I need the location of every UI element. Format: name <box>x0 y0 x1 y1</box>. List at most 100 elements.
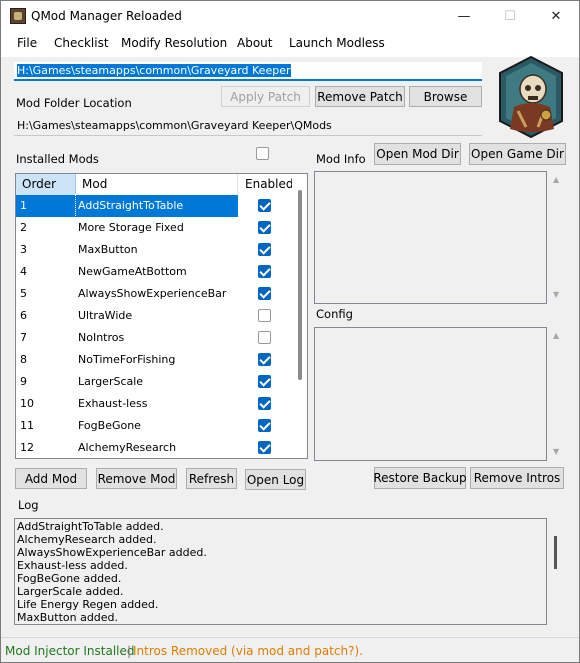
scroll-up-icon[interactable]: ▲ <box>553 331 559 340</box>
cell-mod: NoIntros <box>78 331 125 344</box>
enabled-checkbox[interactable] <box>258 353 271 366</box>
status-injector: Mod Injector Installed <box>5 644 135 658</box>
enabled-checkbox[interactable] <box>258 287 271 300</box>
mod-folder-location-label: Mod Folder Location <box>16 96 132 110</box>
table-row[interactable]: 12 AlchemyResearch <box>16 437 292 458</box>
window-title: QMod Manager Reloaded <box>31 9 182 23</box>
remove-mod-button[interactable]: Remove Mod <box>96 468 177 489</box>
game-path-input[interactable]: H:\Games\steamapps\common\Graveyard Keep… <box>14 62 482 81</box>
cell-enabled <box>238 217 292 239</box>
table-row[interactable]: 9 LargerScale <box>16 371 292 393</box>
open-game-dir-button[interactable]: Open Game Dir <box>469 143 566 165</box>
log-line: Exhaust-less added. <box>17 559 128 572</box>
scroll-down-icon[interactable]: ▼ <box>553 447 559 456</box>
minimize-button[interactable]: — <box>441 1 487 31</box>
enabled-checkbox[interactable] <box>258 441 271 454</box>
cell-enabled <box>238 349 292 371</box>
mod-info-label: Mod Info <box>316 152 366 166</box>
cell-order: 2 <box>20 221 27 234</box>
menu-bar: File Checklist Modify Resolution About L… <box>1 31 579 57</box>
table-row[interactable]: 3 MaxButton <box>16 239 292 261</box>
cell-order: 5 <box>20 287 27 300</box>
apply-patch-button: Apply Patch <box>221 86 310 107</box>
installed-mods-label: Installed Mods <box>16 152 99 166</box>
mods-grid-scroll-thumb[interactable] <box>298 190 302 380</box>
table-row[interactable]: 2 More Storage Fixed <box>16 217 292 239</box>
cell-enabled <box>238 393 292 415</box>
cell-order: 12 <box>20 441 34 454</box>
cell-order: 3 <box>20 243 27 256</box>
cell-mod: AlchemyResearch <box>78 441 177 454</box>
table-row[interactable]: 5 AlwaysShowExperienceBar <box>16 283 292 305</box>
close-button[interactable]: ✕ <box>533 1 579 31</box>
cell-order: 10 <box>20 397 34 410</box>
mods-grid: Order Mod Enabled 1 AddStraightToTable 2 Mo… <box>15 173 308 459</box>
table-row[interactable]: 6 UltraWide <box>16 305 292 327</box>
log-line: Life Energy Regen added. <box>17 598 159 611</box>
mods-grid-scrollbar[interactable] <box>292 174 307 458</box>
cell-enabled <box>238 195 292 217</box>
browse-button[interactable]: Browse <box>409 86 482 107</box>
config-scrollbar[interactable]: ▲ ▼ <box>549 327 566 461</box>
menu-checklist[interactable]: Checklist <box>54 36 109 50</box>
header-order[interactable]: Order <box>16 174 76 195</box>
open-mod-dir-button[interactable]: Open Mod Dir <box>374 143 461 165</box>
enabled-checkbox[interactable] <box>258 331 271 344</box>
cell-order: 1 <box>16 195 76 217</box>
table-row[interactable]: 7 NoIntros <box>16 327 292 349</box>
config-label: Config <box>316 307 353 321</box>
header-enabled[interactable]: Enabled <box>238 174 294 195</box>
enabled-checkbox[interactable] <box>258 199 271 212</box>
mod-info-scrollbar[interactable]: ▲ ▼ <box>549 171 566 304</box>
table-row[interactable]: 1 AddStraightToTable <box>16 194 292 218</box>
status-bar: Mod Injector Installed | Intros Removed … <box>1 637 579 662</box>
scroll-up-icon[interactable]: ▲ <box>553 175 559 184</box>
log-line: AlchemyResearch added. <box>17 533 157 546</box>
cell-enabled <box>238 305 292 327</box>
status-separator: | <box>127 644 132 658</box>
remove-patch-button[interactable]: Remove Patch <box>315 86 405 107</box>
config-textbox[interactable] <box>314 327 547 461</box>
mod-info-textbox[interactable] <box>314 171 547 304</box>
cell-order: 8 <box>20 353 27 366</box>
enabled-checkbox[interactable] <box>258 243 271 256</box>
cell-enabled <box>238 437 292 458</box>
cell-enabled <box>238 371 292 393</box>
mod-folder-path-field: H:\Games\steamapps\common\Graveyard Keep… <box>14 116 482 136</box>
enabled-checkbox[interactable] <box>258 265 271 278</box>
menu-modify-resolution[interactable]: Modify Resolution <box>121 36 227 50</box>
cell-mod: AlwaysShowExperienceBar <box>78 287 227 300</box>
cell-mod: MaxButton <box>78 243 138 256</box>
restore-backup-button[interactable]: Restore Backup <box>373 467 467 489</box>
enabled-checkbox[interactable] <box>258 221 271 234</box>
cell-enabled <box>238 283 292 305</box>
remove-intros-button[interactable]: Remove Intros <box>470 467 564 489</box>
log-lines: AddStraightToTable added. AlchemyResearch… <box>15 519 546 624</box>
title-bar: QMod Manager Reloaded — ☐ ✕ <box>1 1 579 31</box>
table-row[interactable]: 11 FogBeGone <box>16 415 292 437</box>
cell-order: 9 <box>20 375 27 388</box>
enabled-checkbox[interactable] <box>258 419 271 432</box>
cell-order: 6 <box>20 309 27 322</box>
table-row[interactable]: 10 Exhaust-less <box>16 393 292 415</box>
menu-about[interactable]: About <box>237 36 272 50</box>
enabled-checkbox[interactable] <box>258 397 271 410</box>
enabled-checkbox[interactable] <box>258 375 271 388</box>
cell-mod: FogBeGone <box>78 419 141 432</box>
table-row[interactable]: 8 NoTimeForFishing <box>16 349 292 371</box>
app-icon <box>10 8 26 24</box>
open-log-button[interactable]: Open Log <box>245 469 306 490</box>
menu-file[interactable]: File <box>17 36 37 50</box>
enabled-checkbox[interactable] <box>258 309 271 322</box>
menu-launch-modless[interactable]: Launch Modless <box>289 36 385 50</box>
game-path-text: H:\Games\steamapps\common\Graveyard Keep… <box>17 64 291 77</box>
log-textbox[interactable]: AddStraightToTable added. AlchemyResearch… <box>14 518 547 625</box>
scroll-down-icon[interactable]: ▼ <box>553 290 559 299</box>
table-row[interactable]: 4 NewGameAtBottom <box>16 261 292 283</box>
header-mod[interactable]: Mod <box>76 174 238 195</box>
select-all-checkbox[interactable] <box>256 147 269 160</box>
refresh-button[interactable]: Refresh <box>186 468 237 489</box>
cell-mod: AddStraightToTable <box>75 194 239 218</box>
add-mod-button[interactable]: Add Mod <box>15 468 87 489</box>
log-scroll-thumb[interactable] <box>554 536 557 569</box>
